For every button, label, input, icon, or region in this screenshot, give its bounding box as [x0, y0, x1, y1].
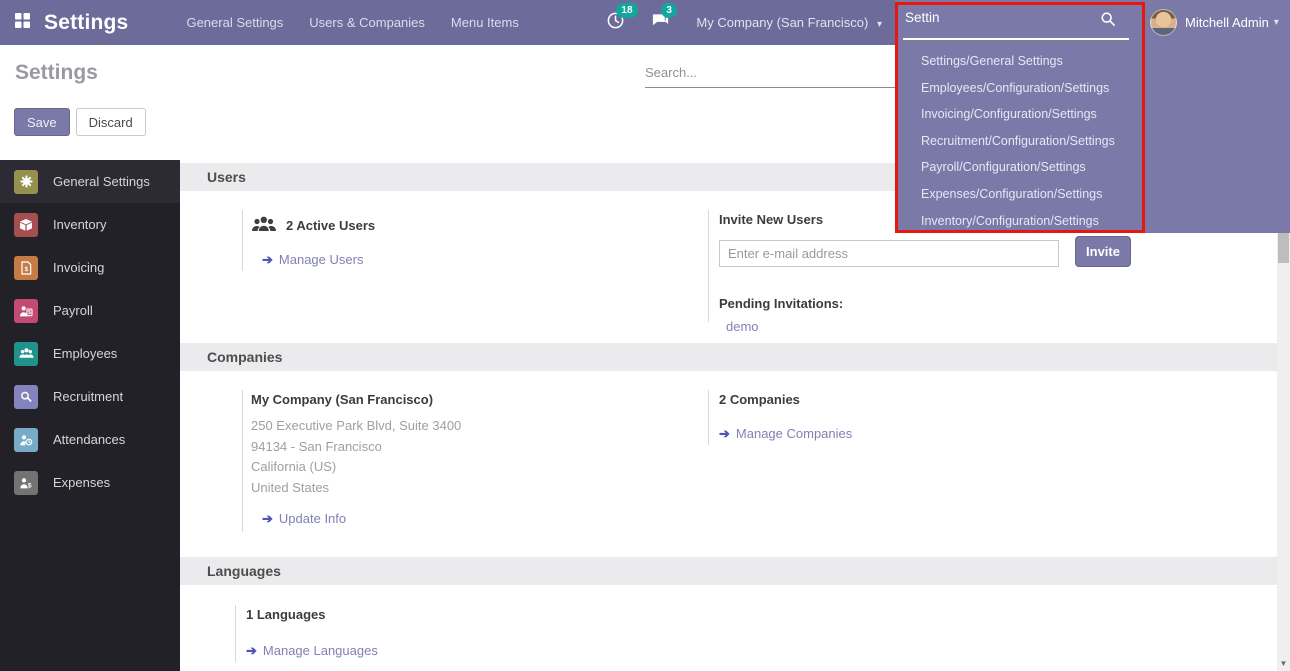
- users-group-icon: [251, 215, 277, 235]
- page-title: Settings: [15, 61, 98, 85]
- menu-search-results: Settings/General Settings Employees/Conf…: [895, 48, 1145, 234]
- sidebar-item-recruitment[interactable]: Recruitment: [0, 375, 180, 418]
- user-avatar: [1150, 9, 1177, 36]
- payroll-icon: $: [14, 299, 38, 323]
- company-name: My Company (San Francisco): [251, 392, 682, 416]
- manage-languages-link[interactable]: Manage Languages: [263, 643, 378, 658]
- section-header-companies: Companies: [180, 343, 1277, 371]
- discard-button[interactable]: Discard: [76, 108, 146, 136]
- control-panel-search-input[interactable]: Search...: [645, 60, 895, 88]
- svg-text:$: $: [28, 482, 32, 489]
- arrow-right-icon: ➔: [719, 426, 730, 441]
- menu-menu-items[interactable]: Menu Items: [451, 15, 519, 30]
- settings-sidebar: General Settings Inventory $ Invoicing $…: [0, 160, 180, 671]
- manage-companies-link[interactable]: Manage Companies: [736, 426, 852, 441]
- languages-block: 1 Languages ➔ Manage Languages: [235, 605, 675, 662]
- companies-count-block: 2 Companies ➔ Manage Companies: [708, 390, 1148, 445]
- languages-count: 1 Languages: [246, 607, 675, 629]
- attendance-clock-icon: [14, 428, 38, 452]
- section-header-languages: Languages: [180, 557, 1277, 585]
- company-switcher[interactable]: My Company (San Francisco) ▾: [696, 15, 882, 30]
- search-result-item[interactable]: Expenses/Configuration/Settings: [895, 181, 1145, 208]
- menu-general-settings[interactable]: General Settings: [186, 15, 283, 30]
- pending-user-link[interactable]: demo: [726, 319, 759, 334]
- search-result-item[interactable]: Payroll/Configuration/Settings: [895, 154, 1145, 181]
- app-brand-title: Settings: [44, 11, 128, 35]
- active-users-count: 2 Active Users: [286, 218, 375, 233]
- svg-text:$: $: [28, 310, 31, 316]
- search-result-item[interactable]: Inventory/Configuration/Settings: [895, 208, 1145, 235]
- activity-tray-button[interactable]: 18: [606, 11, 625, 35]
- arrow-right-icon: ➔: [246, 643, 257, 658]
- arrow-right-icon: ➔: [262, 252, 273, 267]
- sidebar-item-attendances[interactable]: Attendances: [0, 418, 180, 461]
- form-buttons: Save Discard: [14, 108, 146, 136]
- systray: 18 3 My Company (San Francisco) ▾: [606, 11, 882, 35]
- messages-tray-button[interactable]: 3: [651, 11, 670, 35]
- sidebar-item-label: Invoicing: [53, 260, 104, 275]
- search-result-item[interactable]: Employees/Configuration/Settings: [895, 75, 1145, 102]
- user-name-label: Mitchell Admin: [1185, 15, 1269, 30]
- sidebar-item-payroll[interactable]: $ Payroll: [0, 289, 180, 332]
- company-address-line: United States: [251, 478, 682, 499]
- search-icon: [1100, 11, 1116, 32]
- sidebar-item-expenses[interactable]: $ Expenses: [0, 461, 180, 504]
- update-info-link[interactable]: Update Info: [279, 511, 346, 526]
- scrollbar-thumb[interactable]: [1278, 233, 1289, 263]
- invite-email-input[interactable]: [719, 240, 1059, 267]
- sidebar-item-general-settings[interactable]: General Settings: [0, 160, 180, 203]
- recruitment-search-icon: [14, 385, 38, 409]
- expenses-icon: $: [14, 471, 38, 495]
- user-menu[interactable]: Mitchell Admin ▾: [1150, 9, 1279, 36]
- companies-count: 2 Companies: [719, 392, 1148, 416]
- sidebar-item-inventory[interactable]: Inventory: [0, 203, 180, 246]
- company-address-line: California (US): [251, 457, 682, 478]
- menu-users-companies[interactable]: Users & Companies: [309, 15, 425, 30]
- company-address-line: 250 Executive Park Blvd, Suite 3400: [251, 416, 682, 437]
- company-address-line: 94134 - San Francisco: [251, 437, 682, 458]
- sidebar-item-label: Expenses: [53, 475, 110, 490]
- active-users-block: 2 Active Users ➔ Manage Users: [242, 210, 682, 271]
- company-switcher-label: My Company (San Francisco): [696, 15, 868, 30]
- sidebar-item-label: General Settings: [53, 174, 150, 189]
- gear-icon: [14, 170, 38, 194]
- sidebar-item-invoicing[interactable]: $ Invoicing: [0, 246, 180, 289]
- invite-button[interactable]: Invite: [1075, 236, 1131, 267]
- search-result-item[interactable]: Settings/General Settings: [895, 48, 1145, 75]
- employees-group-icon: [14, 342, 38, 366]
- company-info-block: My Company (San Francisco) 250 Executive…: [242, 390, 682, 532]
- sidebar-item-employees[interactable]: Employees: [0, 332, 180, 375]
- menu-search-underline: [903, 38, 1129, 40]
- apps-grid-icon: [14, 12, 31, 34]
- vertical-scrollbar[interactable]: ▼: [1277, 233, 1290, 671]
- manage-users-link[interactable]: Manage Users: [279, 252, 364, 267]
- sidebar-item-label: Attendances: [53, 432, 125, 447]
- sidebar-item-label: Employees: [53, 346, 117, 361]
- settings-content: Users 2 Active Users ➔Manage Users Invit…: [180, 160, 1277, 671]
- arrow-right-icon: ➔: [262, 511, 273, 526]
- odoo-settings-page: { "colors": { "navbar_bg": "#6c6b9a", "d…: [0, 0, 1290, 671]
- menu-search-input[interactable]: Settin: [905, 10, 1125, 25]
- sidebar-item-label: Recruitment: [53, 389, 123, 404]
- message-count-badge: 3: [661, 3, 677, 18]
- svg-text:$: $: [25, 267, 29, 273]
- chevron-down-icon: ▾: [877, 19, 882, 30]
- invoice-document-icon: $: [14, 256, 38, 280]
- scrollbar-down-arrow[interactable]: ▼: [1277, 659, 1290, 668]
- save-button[interactable]: Save: [14, 108, 70, 136]
- chevron-down-icon: ▾: [1274, 17, 1279, 28]
- sidebar-item-label: Inventory: [53, 217, 106, 232]
- search-result-item[interactable]: Recruitment/Configuration/Settings: [895, 128, 1145, 155]
- inventory-box-icon: [14, 213, 38, 237]
- pending-invitations-label: Pending Invitations:: [719, 296, 1148, 311]
- activity-count-badge: 18: [616, 3, 637, 18]
- sidebar-item-label: Payroll: [53, 303, 93, 318]
- menu-search-dropdown-panel: Mitchell Admin ▾ Settin Settings/General…: [895, 0, 1290, 233]
- search-result-item[interactable]: Invoicing/Configuration/Settings: [895, 101, 1145, 128]
- apps-menu-button[interactable]: [0, 0, 44, 45]
